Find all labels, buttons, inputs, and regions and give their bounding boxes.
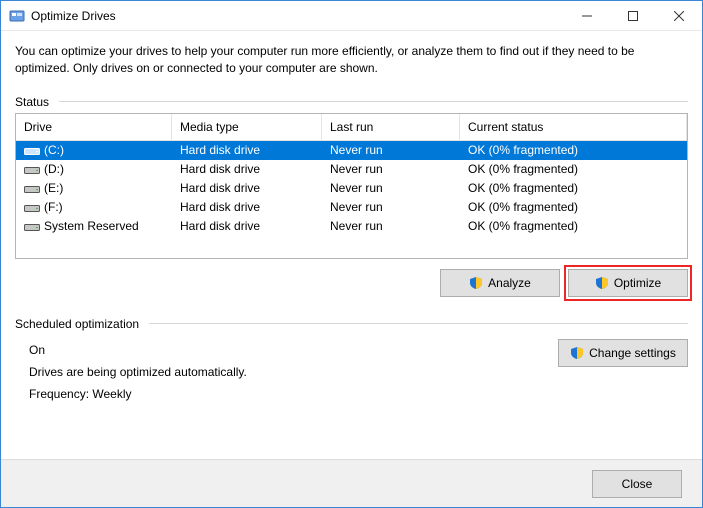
drive-status: OK (0% fragmented)	[460, 141, 687, 159]
drive-last: Never run	[322, 198, 460, 216]
description-text: You can optimize your drives to help you…	[15, 43, 688, 77]
schedule-state: On	[29, 343, 558, 357]
minimize-button[interactable]	[564, 1, 610, 30]
drive-name: System Reserved	[44, 219, 139, 233]
drive-media: Hard disk drive	[172, 179, 322, 197]
titlebar: Optimize Drives	[1, 1, 702, 31]
drive-status: OK (0% fragmented)	[460, 198, 687, 216]
col-last[interactable]: Last run	[322, 114, 460, 141]
table-row[interactable]: (E:) Hard disk driveNever runOK (0% fragm…	[16, 179, 687, 198]
table-row[interactable]: (D:) Hard disk driveNever runOK (0% fragm…	[16, 160, 687, 179]
change-settings-button[interactable]: Change settings	[558, 339, 688, 367]
drive-icon	[24, 184, 40, 194]
drive-last: Never run	[322, 217, 460, 235]
drive-status: OK (0% fragmented)	[460, 217, 687, 235]
shield-icon	[570, 346, 584, 360]
drive-name: (C:)	[44, 143, 64, 157]
table-row[interactable]: (C:) Hard disk driveNever runOK (0% fragm…	[16, 141, 687, 160]
drive-name: (F:)	[44, 200, 63, 214]
close-dialog-button[interactable]: Close	[592, 470, 682, 498]
drive-table: Drive Media type Last run Current status…	[15, 113, 688, 259]
schedule-freq: Frequency: Weekly	[29, 387, 558, 401]
drive-name: (E:)	[44, 181, 63, 195]
table-row[interactable]: (F:) Hard disk driveNever runOK (0% fragm…	[16, 198, 687, 217]
table-row[interactable]: System Reserved Hard disk driveNever runO…	[16, 217, 687, 236]
status-label: Status	[15, 95, 688, 109]
analyze-button[interactable]: Analyze	[440, 269, 560, 297]
drive-icon	[24, 165, 40, 175]
drive-media: Hard disk drive	[172, 141, 322, 159]
drive-name: (D:)	[44, 162, 64, 176]
drive-icon	[24, 222, 40, 232]
dialog-footer: Close	[1, 459, 702, 507]
col-status[interactable]: Current status	[460, 114, 687, 141]
drive-media: Hard disk drive	[172, 217, 322, 235]
drive-media: Hard disk drive	[172, 198, 322, 216]
shield-icon	[469, 276, 483, 290]
window-title: Optimize Drives	[31, 9, 564, 23]
drive-last: Never run	[322, 160, 460, 178]
drive-status: OK (0% fragmented)	[460, 160, 687, 178]
drive-icon	[24, 146, 40, 156]
shield-icon	[595, 276, 609, 290]
col-media[interactable]: Media type	[172, 114, 322, 141]
drive-status: OK (0% fragmented)	[460, 179, 687, 197]
maximize-button[interactable]	[610, 1, 656, 30]
drive-last: Never run	[322, 179, 460, 197]
drive-media: Hard disk drive	[172, 160, 322, 178]
drive-icon	[24, 203, 40, 213]
col-drive[interactable]: Drive	[16, 114, 172, 141]
table-header: Drive Media type Last run Current status	[16, 114, 687, 141]
schedule-info: Drives are being optimized automatically…	[29, 365, 558, 379]
optimize-button[interactable]: Optimize	[568, 269, 688, 297]
schedule-label: Scheduled optimization	[15, 317, 688, 331]
drive-last: Never run	[322, 141, 460, 159]
app-icon	[9, 8, 25, 24]
close-button[interactable]	[656, 1, 702, 30]
